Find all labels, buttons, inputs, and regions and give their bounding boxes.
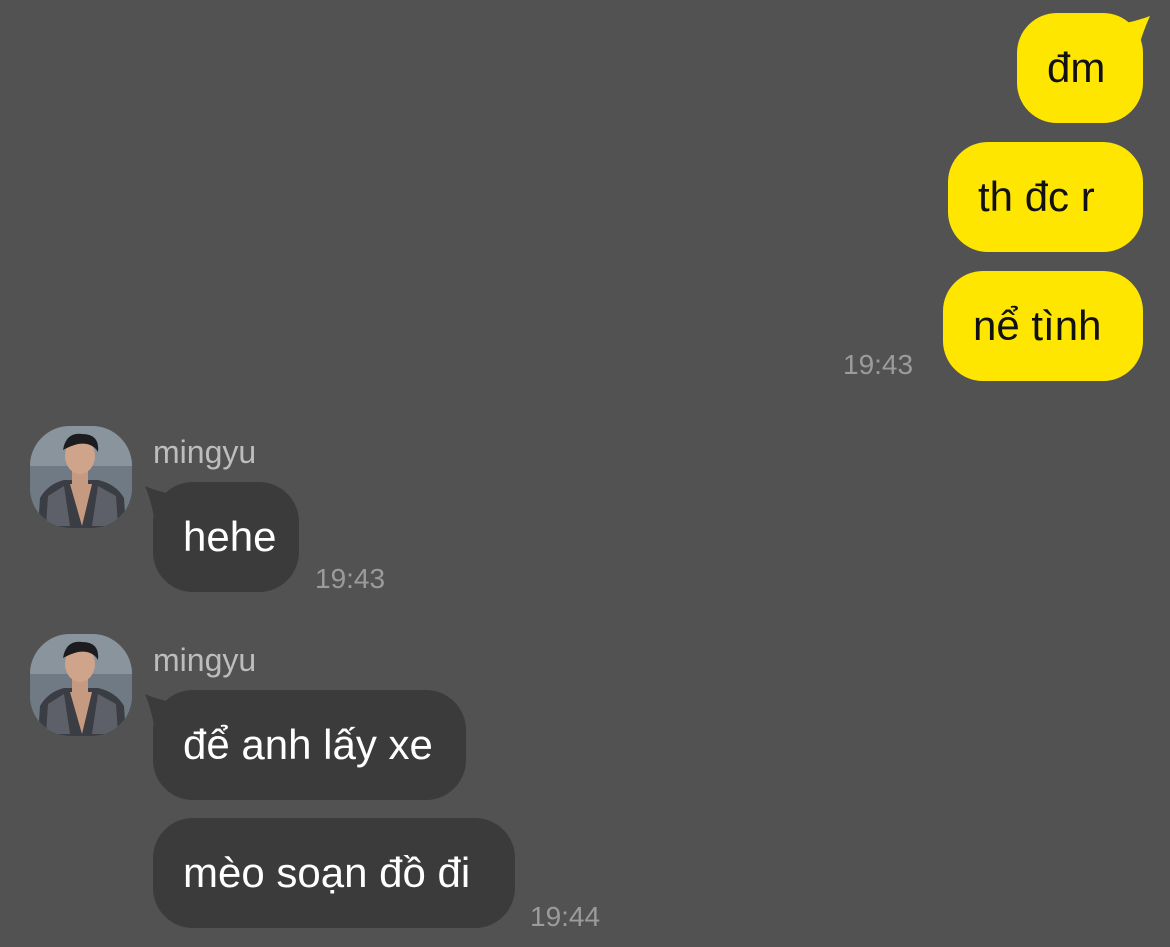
incoming-message-bubble[interactable]: hehe <box>153 482 299 592</box>
outgoing-message-bubble[interactable]: nể tình <box>943 271 1143 381</box>
outgoing-message-bubble[interactable]: th đc r <box>948 142 1143 252</box>
profile-photo-icon <box>30 426 132 528</box>
chat-message-list[interactable]: đm th đc r nể tình 19:43 mingyu hehe 19:… <box>0 0 1170 947</box>
profile-photo-icon <box>30 634 132 736</box>
incoming-message-bubble[interactable]: để anh lấy xe <box>153 690 466 800</box>
sender-avatar[interactable] <box>30 634 132 736</box>
outgoing-message-bubble[interactable]: đm <box>1017 13 1143 123</box>
message-timestamp: 19:43 <box>315 563 386 594</box>
sender-avatar[interactable] <box>30 426 132 528</box>
incoming-message-bubble[interactable]: mèo soạn đồ đi <box>153 818 515 928</box>
message-timestamp: 19:43 <box>843 349 914 380</box>
message-timestamp: 19:44 <box>530 901 601 932</box>
sender-name: mingyu <box>153 642 257 678</box>
sender-name: mingyu <box>153 434 257 470</box>
